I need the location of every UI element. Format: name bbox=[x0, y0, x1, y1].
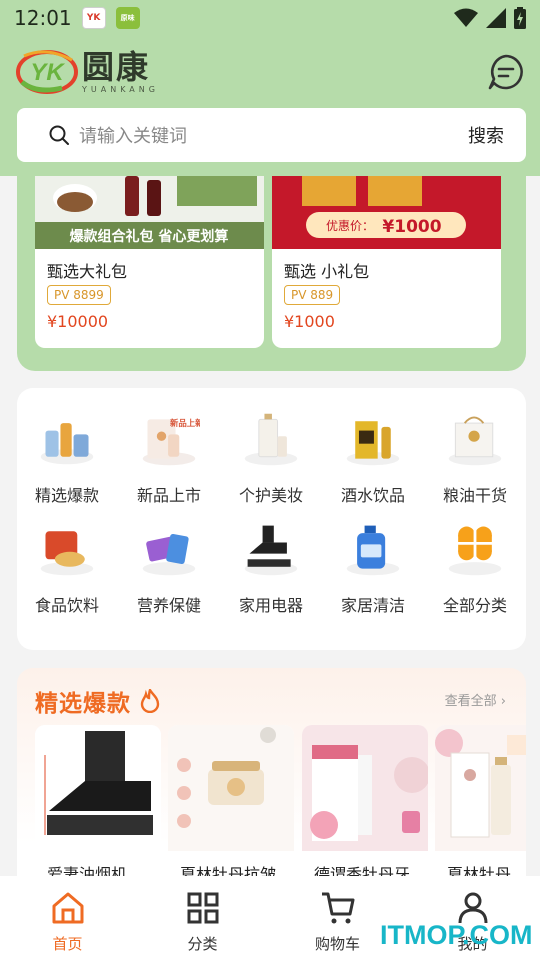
status-indicators bbox=[454, 7, 526, 29]
category-label: 全部分类 bbox=[442, 596, 507, 615]
category-panel: 精选爆款 新品上新 新品上市 个护美妆 酒水饮品 bbox=[17, 388, 526, 650]
range-hood-product-image bbox=[35, 725, 161, 851]
pv-badge: PV 889 bbox=[284, 285, 341, 305]
gift-pack-title: 甄选 小礼包 bbox=[284, 262, 370, 281]
nav-label: 分类 bbox=[187, 935, 218, 953]
all-categories-icon bbox=[448, 525, 502, 576]
category-gehu[interactable]: 个护美妆 bbox=[221, 396, 321, 506]
category-yingyang[interactable]: 营养保健 bbox=[119, 506, 219, 616]
grain-gift-bag-icon bbox=[448, 416, 502, 466]
watermark-text: ITMOP.COM bbox=[380, 920, 533, 950]
essence-product-image bbox=[435, 725, 526, 851]
signal-icon bbox=[486, 8, 506, 28]
category-xinpin[interactable]: 新品上新 新品上市 bbox=[119, 396, 219, 506]
supplement-icon bbox=[142, 534, 196, 576]
category-liangyou[interactable]: 粮油干货 bbox=[425, 396, 525, 506]
gift-pack-card-large[interactable]: 爆款组合礼包 省心更划算 甄选大礼包 PV 8899 ¥10000 bbox=[35, 176, 264, 348]
fire-icon bbox=[140, 687, 160, 714]
gift-pack-price: ¥10000 bbox=[47, 312, 109, 331]
new-product-icon: 新品上新 bbox=[142, 418, 200, 466]
search-input[interactable]: 请输入关键词 bbox=[79, 122, 468, 148]
featured-title: 精选爆款 bbox=[35, 684, 160, 718]
wifi-icon bbox=[454, 8, 478, 27]
category-label: 精选爆款 bbox=[34, 486, 99, 505]
gift-pack-card-small[interactable]: 优惠价： ¥1000 甄选 小礼包 PV 889 ¥1000 bbox=[272, 176, 501, 348]
category-label: 新品上市 bbox=[136, 486, 201, 505]
category-jiushui[interactable]: 酒水饮品 bbox=[323, 396, 423, 506]
category-all[interactable]: 全部分类 bbox=[425, 506, 525, 616]
brand-name: 圆康 bbox=[82, 48, 151, 86]
category-label: 家用电器 bbox=[238, 596, 303, 615]
category-label: 酒水饮品 bbox=[340, 486, 405, 505]
svg-text:新品上新: 新品上新 bbox=[170, 418, 200, 428]
status-time: 12:01 bbox=[14, 6, 72, 30]
category-label: 粮油干货 bbox=[442, 486, 507, 505]
cream-product-image bbox=[168, 725, 294, 851]
nav-label: 购物车 bbox=[314, 935, 360, 953]
svg-text:¥1000: ¥1000 bbox=[382, 217, 441, 237]
battery-icon bbox=[514, 7, 526, 29]
message-icon[interactable] bbox=[486, 52, 526, 92]
gift-pack-image: 爆款组合礼包 省心更划算 bbox=[35, 176, 264, 249]
home-icon bbox=[52, 892, 83, 924]
cosmetics-set-icon bbox=[40, 423, 94, 465]
snack-bag-icon bbox=[40, 531, 94, 576]
toothpaste-product-image bbox=[302, 725, 428, 851]
svg-text:优惠价：: 优惠价： bbox=[326, 219, 374, 233]
nav-label: 首页 bbox=[52, 935, 83, 953]
svg-text:爆款组合礼包 省心更划算: 爆款组合礼包 省心更划算 bbox=[70, 228, 229, 245]
category-label: 家居清洁 bbox=[340, 596, 405, 615]
category-label: 个护美妆 bbox=[238, 486, 303, 505]
search-button[interactable]: 搜索 bbox=[468, 122, 504, 148]
nav-category[interactable]: 分类 bbox=[135, 876, 270, 960]
brand-row: YK 圆康 YUANKANG bbox=[16, 46, 526, 98]
gift-pack-image: 优惠价： ¥1000 bbox=[272, 176, 501, 249]
grid-icon bbox=[187, 892, 218, 924]
category-label: 食品饮料 bbox=[34, 596, 99, 615]
detergent-bottle-icon bbox=[346, 525, 400, 576]
green-app-notification-icon: 原味 bbox=[115, 7, 140, 29]
brand-subtitle: YUANKANG bbox=[82, 85, 159, 94]
category-shipin[interactable]: 食品饮料 bbox=[17, 506, 117, 616]
gift-pack-title: 甄选大礼包 bbox=[47, 262, 128, 281]
gift-pack-price: ¥1000 bbox=[284, 312, 335, 331]
lotion-bottle-icon bbox=[244, 413, 298, 466]
liquor-box-icon bbox=[346, 421, 400, 466]
category-label: 营养保健 bbox=[136, 596, 201, 615]
category-jingxuan[interactable]: 精选爆款 bbox=[17, 396, 117, 506]
search-icon bbox=[49, 125, 69, 145]
yk-logo-icon: YK bbox=[16, 50, 78, 94]
brand-text: 圆康 YUANKANG bbox=[82, 50, 159, 94]
status-bar: 12:01 YK 原味 bbox=[0, 0, 540, 36]
yk-app-notification-icon: YK bbox=[81, 7, 106, 29]
pv-badge: PV 8899 bbox=[47, 285, 111, 305]
search-bar[interactable]: 请输入关键词 搜索 bbox=[17, 108, 526, 162]
category-jiaju[interactable]: 家居清洁 bbox=[323, 506, 423, 616]
category-jiayong[interactable]: 家用电器 bbox=[221, 506, 321, 616]
svg-text:YK: YK bbox=[30, 59, 65, 86]
range-hood-icon bbox=[244, 525, 298, 576]
nav-home[interactable]: 首页 bbox=[0, 876, 135, 960]
cart-icon bbox=[321, 892, 354, 924]
view-all-link[interactable]: 查看全部 › bbox=[445, 690, 506, 709]
